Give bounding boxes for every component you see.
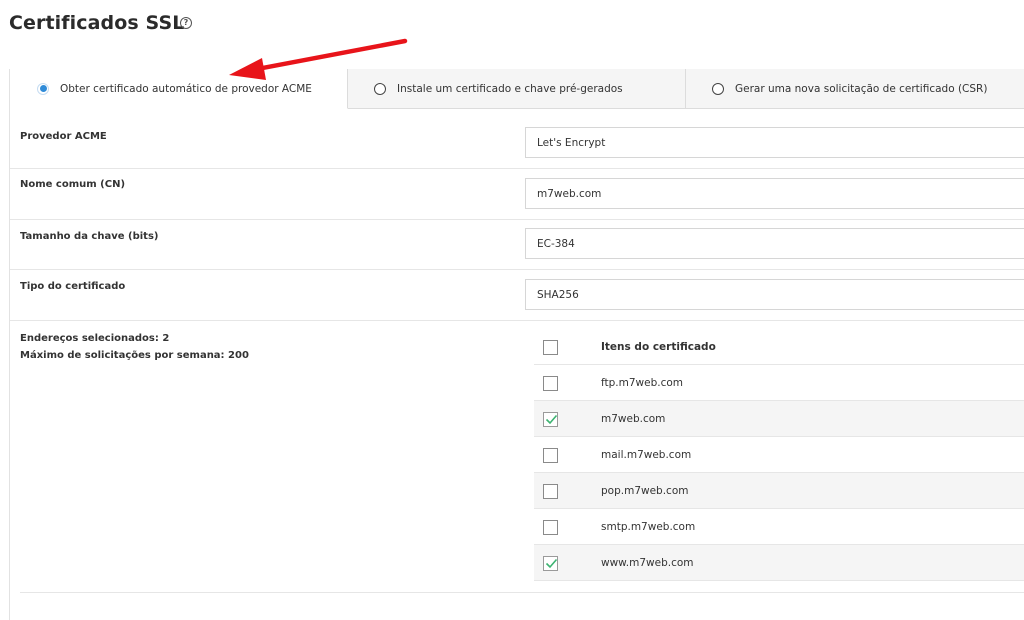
table-row: mail.m7web.com <box>534 437 1024 473</box>
form-bottom-divider <box>20 592 1024 593</box>
tab-acme[interactable]: Obter certificado automático de provedor… <box>10 69 348 109</box>
cert-items-header: Itens do certificado <box>534 329 1024 365</box>
page-title: Certificados SSL <box>9 12 185 34</box>
radio-acme[interactable] <box>37 82 49 95</box>
row-domain: ftp.m7web.com <box>601 376 684 389</box>
table-row: smtp.m7web.com <box>534 509 1024 545</box>
tab-install-cert[interactable]: Instale um certificado e chave pré-gerad… <box>348 69 686 109</box>
provider-select[interactable]: Let's Encrypt <box>525 127 1024 158</box>
table-row: m7web.com <box>534 401 1024 437</box>
key-size-label: Tamanho da chave (bits) <box>20 231 159 242</box>
row-domain: pop.m7web.com <box>601 484 689 497</box>
row-checkbox[interactable] <box>543 520 558 535</box>
provider-label: Provedor ACME <box>20 131 107 142</box>
cert-items-header-label: Itens do certificado <box>601 340 716 353</box>
row-checkbox[interactable] <box>543 448 558 463</box>
select-all-checkbox[interactable] <box>543 340 558 355</box>
row-domain: www.m7web.com <box>601 556 694 569</box>
row-checkbox[interactable] <box>543 376 558 391</box>
max-requests: Máximo de solicitações por semana: 200 <box>20 350 249 361</box>
row-checkbox[interactable] <box>543 484 558 499</box>
common-name-label: Nome comum (CN) <box>20 179 126 190</box>
key-size-select[interactable]: EC-384 <box>525 228 1024 259</box>
tab-acme-label: Obter certificado automático de provedor… <box>60 82 312 95</box>
row-domain: mail.m7web.com <box>601 448 692 461</box>
tab-install-cert-label: Instale um certificado e chave pré-gerad… <box>397 82 623 95</box>
tab-generate-csr-label: Gerar uma nova solicitação de certificad… <box>735 82 988 95</box>
row-domain: m7web.com <box>601 412 666 425</box>
row-checkbox[interactable] <box>543 412 558 427</box>
help-icon[interactable]: ? <box>180 17 192 29</box>
cert-type-label: Tipo do certificado <box>20 281 126 292</box>
table-row: www.m7web.com <box>534 545 1024 581</box>
cert-type-select[interactable]: SHA256 <box>525 279 1024 310</box>
common-name-input[interactable]: m7web.com <box>525 178 1024 209</box>
row-domain: smtp.m7web.com <box>601 520 696 533</box>
row-checkbox[interactable] <box>543 556 558 571</box>
table-row: ftp.m7web.com <box>534 365 1024 401</box>
radio-install-cert[interactable] <box>374 82 386 95</box>
tab-bar: Obter certificado automático de provedor… <box>10 69 1024 109</box>
checkmark-icon <box>545 414 558 425</box>
checkmark-icon <box>545 558 558 569</box>
radio-generate-csr[interactable] <box>712 82 724 95</box>
table-row: pop.m7web.com <box>534 473 1024 509</box>
selected-count: Endereços selecionados: 2 <box>20 333 170 344</box>
tab-generate-csr[interactable]: Gerar uma nova solicitação de certificad… <box>686 69 1024 109</box>
